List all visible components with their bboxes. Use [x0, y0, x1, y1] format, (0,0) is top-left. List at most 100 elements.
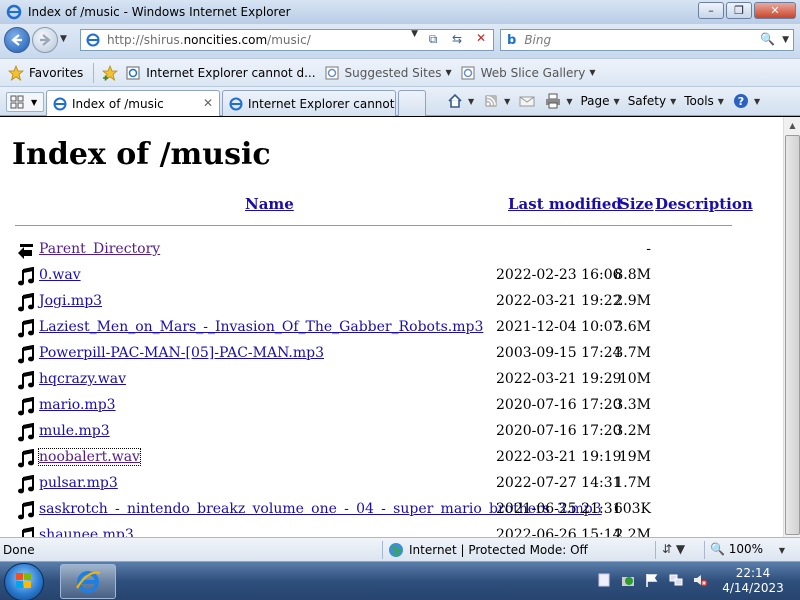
ie-logo-icon — [76, 570, 101, 593]
search-icon[interactable]: 🔍 — [760, 32, 775, 46]
chevron-down-icon: ▼ — [613, 96, 620, 106]
bing-icon: b — [507, 32, 517, 48]
new-tab-button[interactable] — [398, 90, 426, 116]
zoom-level-button[interactable]: 🔍 100% ▼ — [710, 542, 785, 556]
file-link[interactable]: hqcrazy.wav — [39, 371, 126, 387]
file-link[interactable]: Powerpill-PAC-MAN-[05]-PAC-MAN.mp3 — [39, 345, 324, 361]
file-link[interactable]: shaunee.mp3 — [39, 527, 134, 537]
table-row: 0.wav 2022-02-23 16:06 8.8M — [0, 265, 783, 291]
clock-date: 4/14/2023 — [722, 581, 784, 595]
add-to-favorites-bar-button[interactable] — [102, 64, 123, 81]
chevron-down-icon: ▼ — [445, 68, 452, 77]
column-header-name[interactable]: Name — [245, 195, 294, 213]
favorites-bar: Favorites Internet Explorer cannot d... … — [0, 58, 800, 86]
table-row: Powerpill-PAC-MAN-[05]-PAC-MAN.mp3 2003-0… — [0, 343, 783, 369]
zoom-level: 100% — [728, 542, 764, 556]
table-row: noobalert.wav 2022-03-21 19:19 19M — [0, 447, 783, 473]
chevron-down-icon: ▼ — [566, 96, 573, 106]
star-icon — [8, 64, 24, 81]
home-button[interactable]: ▼ — [446, 93, 474, 109]
favorites-button[interactable]: Favorites — [8, 64, 84, 81]
parent-directory-link[interactable]: Parent Directory — [39, 241, 160, 257]
favorites-label: Favorites — [29, 65, 84, 80]
page-title: Index of /music — [12, 137, 271, 172]
address-dropdown-icon[interactable]: ▼ — [411, 29, 418, 39]
tab-list-dropdown-icon[interactable]: ▼ — [31, 98, 37, 107]
clock[interactable]: 22:14 4/14/2023 — [718, 566, 788, 596]
suggested-sites-label: Suggested Sites — [344, 65, 442, 80]
file-link[interactable]: mario.mp3 — [39, 397, 116, 413]
safety-menu[interactable]: Safety ▼ — [628, 94, 677, 108]
web-slice-gallery-button[interactable]: Web Slice Gallery ▼ — [460, 65, 596, 81]
sound-file-icon — [18, 371, 34, 390]
chevron-down-icon: ▼ — [468, 96, 475, 106]
size-cell: 19M — [618, 449, 651, 465]
restore-button[interactable]: ❐ — [726, 2, 752, 19]
zone-label: Internet | Protected Mode: Off — [409, 543, 588, 557]
minimize-button[interactable]: – — [698, 2, 724, 19]
divider — [93, 62, 95, 83]
favorite-link-ie-cannot-display[interactable]: Internet Explorer cannot d... — [125, 65, 316, 81]
home-icon — [446, 93, 464, 109]
page-icon — [86, 33, 100, 47]
tools-menu-label: Tools — [684, 94, 714, 108]
sound-file-icon — [18, 449, 34, 468]
print-button[interactable]: ▼ — [544, 93, 572, 109]
scroll-up-icon[interactable]: ▲ — [784, 117, 800, 134]
sound-file-icon — [18, 319, 34, 338]
vertical-scrollbar[interactable]: ▲ — [783, 117, 800, 537]
column-header-description[interactable]: Description — [655, 195, 753, 213]
add-favorite-icon — [102, 64, 119, 81]
file-link[interactable]: Jogi.mp3 — [39, 293, 102, 309]
column-header-size[interactable]: Size — [619, 195, 654, 213]
taskbar-internet-explorer[interactable] — [60, 564, 116, 599]
quick-tabs-button[interactable]: ▼ — [6, 92, 44, 112]
back-button[interactable] — [4, 27, 30, 53]
file-link[interactable]: 0.wav — [39, 267, 81, 283]
volume-muted-icon[interactable] — [692, 572, 708, 588]
sound-file-icon — [18, 345, 34, 364]
read-mail-button[interactable] — [518, 93, 536, 109]
tools-menu[interactable]: Tools ▼ — [684, 94, 724, 108]
feeds-button[interactable]: ▼ — [482, 93, 510, 109]
scrollbar-thumb[interactable] — [785, 135, 800, 535]
rss-feed-icon — [482, 93, 500, 109]
sound-file-icon — [18, 267, 34, 286]
stop-icon[interactable]: ✕ — [472, 31, 490, 47]
close-tab-icon[interactable]: ✕ — [203, 96, 213, 110]
page-menu[interactable]: Page ▼ — [580, 94, 619, 108]
clock-time: 22:14 — [735, 566, 771, 580]
compatibility-view-icon[interactable]: ⧉ — [424, 32, 442, 48]
security-zone[interactable]: Internet | Protected Mode: Off — [388, 542, 588, 558]
file-link[interactable]: mule.mp3 — [39, 423, 110, 439]
tab-bar: ▼ Index of /music ✕ Internet Explorer ca… — [0, 86, 800, 116]
flag-icon[interactable] — [644, 572, 660, 588]
sound-file-icon — [22, 527, 34, 537]
globe-icon — [389, 543, 403, 557]
start-button[interactable] — [4, 563, 44, 600]
column-header-last-modified[interactable]: Last modified — [508, 195, 622, 213]
protected-mode-icon[interactable]: ⇵ ▼ — [662, 542, 685, 556]
size-cell: 8.8M — [614, 267, 651, 283]
security-shield-icon[interactable] — [620, 572, 636, 588]
chevron-down-icon: ▼ — [504, 96, 511, 106]
tab-index-of-music[interactable]: Index of /music ✕ — [46, 90, 220, 116]
recent-pages-dropdown-icon[interactable]: ▼ — [60, 34, 67, 44]
help-button[interactable]: ? ▼ — [732, 93, 760, 109]
search-field[interactable]: b Bing 🔍 ▼ — [500, 29, 794, 51]
file-link[interactable]: pulsar.mp3 — [39, 475, 118, 491]
close-button[interactable]: ✕ — [754, 2, 796, 19]
tab-ie-cannot-display[interactable]: Internet Explorer cannot d... — [222, 90, 396, 116]
file-link[interactable]: noobalert.wav — [38, 448, 141, 466]
file-link[interactable]: Laziest_Men_on_Mars_-_Invasion_Of_The_Ga… — [39, 319, 483, 335]
command-bar: ▼ ▼ ▼ Page ▼ Safety ▼ Tools ▼ ? ▼ — [446, 93, 768, 109]
suggested-sites-button[interactable]: Suggested Sites ▼ — [324, 65, 452, 81]
system-tray — [596, 572, 716, 588]
search-input[interactable]: Bing — [524, 33, 551, 47]
search-options-dropdown-icon[interactable]: ▼ — [782, 35, 789, 45]
action-center-icon[interactable] — [596, 572, 612, 588]
forward-button[interactable] — [32, 27, 58, 53]
network-icon[interactable] — [668, 572, 684, 588]
sound-file-icon — [18, 293, 34, 312]
refresh-icon[interactable]: ⇆ — [448, 32, 466, 48]
